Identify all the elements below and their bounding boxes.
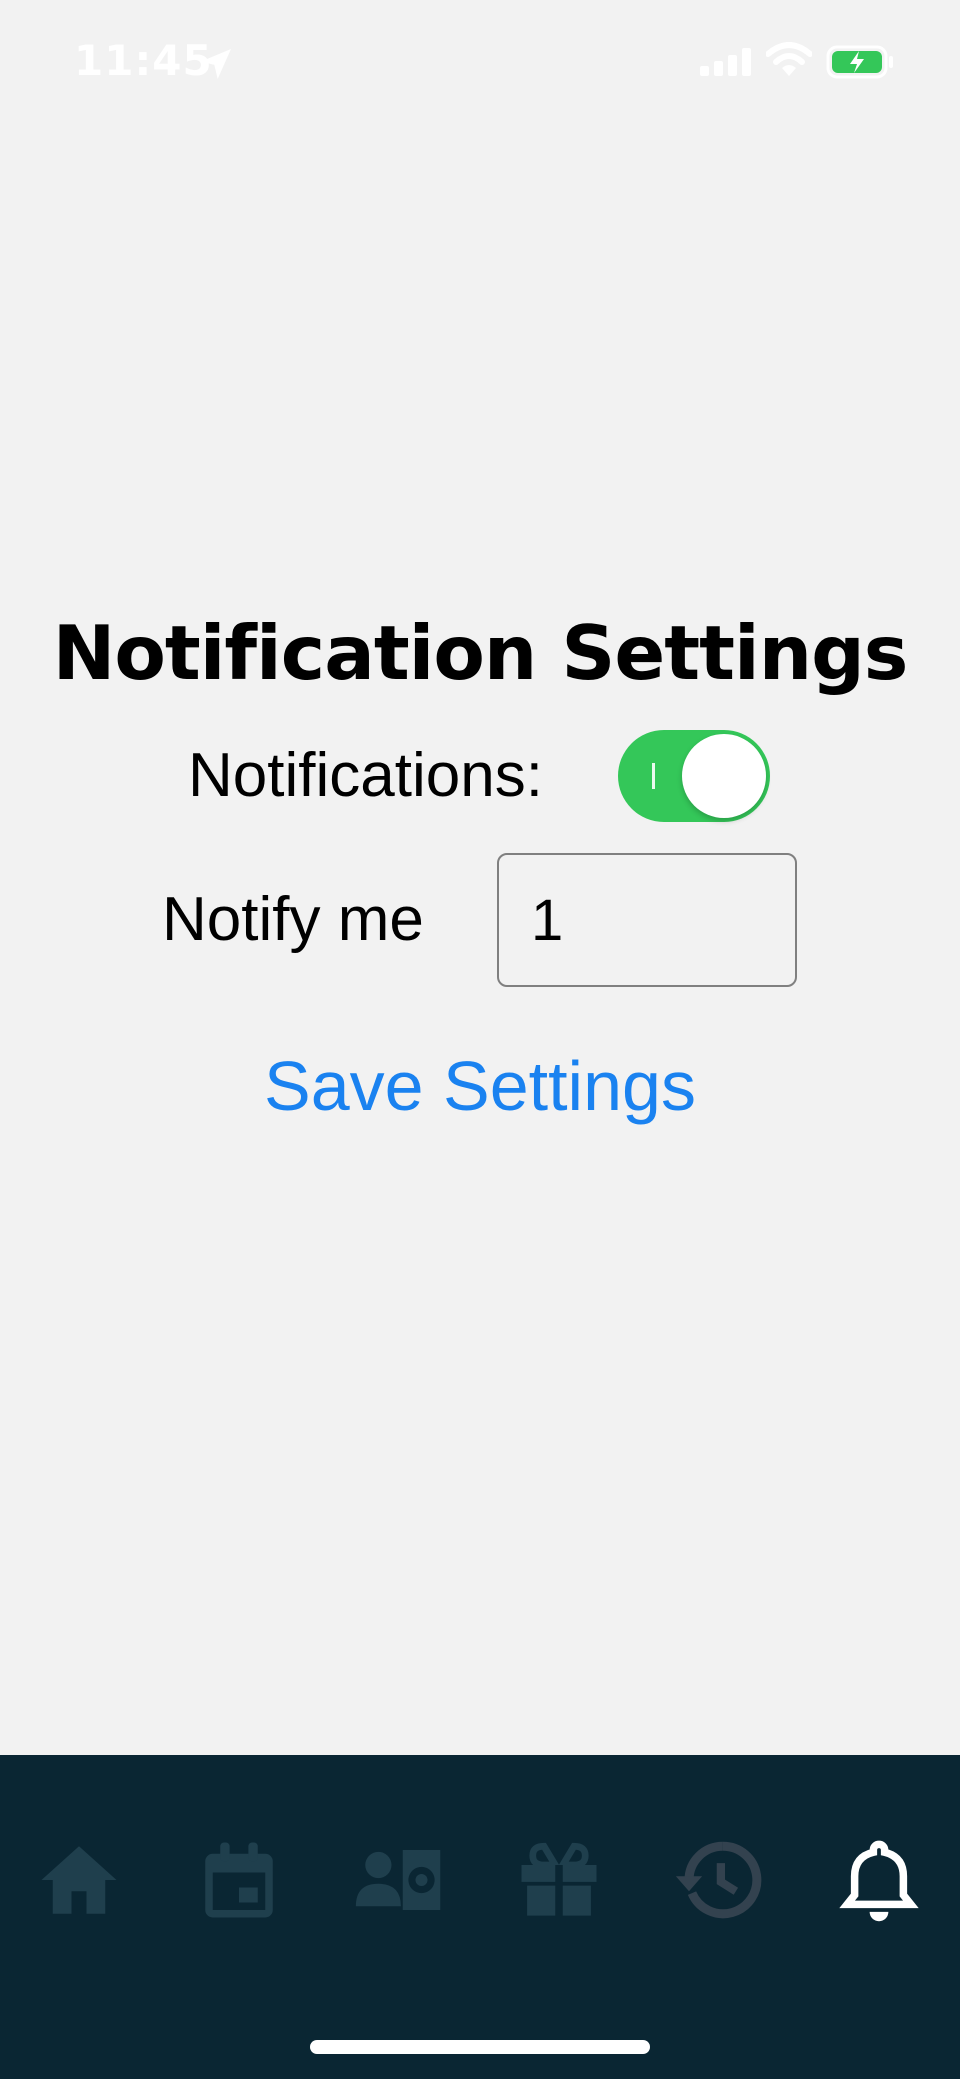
tab-history[interactable] (674, 1835, 764, 1925)
tab-notifications[interactable] (834, 1835, 924, 1925)
status-bar: 11:45 (0, 0, 960, 130)
tab-bar (0, 1755, 960, 2079)
gift-icon (514, 1835, 604, 1925)
contact-money-icon (354, 1835, 444, 1925)
cellular-signal-icon (700, 48, 754, 76)
notify-me-input[interactable] (497, 853, 797, 987)
status-time: 11:45 (74, 36, 213, 85)
calendar-icon (194, 1835, 284, 1925)
tab-contact-money[interactable] (354, 1835, 444, 1925)
notifications-label: Notifications: (188, 741, 543, 810)
battery-charging-icon (826, 44, 896, 80)
wifi-icon (765, 42, 813, 78)
tab-home[interactable] (34, 1835, 124, 1925)
history-icon (674, 1835, 764, 1925)
home-indicator[interactable] (310, 2040, 650, 2054)
toggle-on-mark (652, 763, 655, 789)
bell-icon (834, 1835, 924, 1925)
tab-gift[interactable] (514, 1835, 604, 1925)
notify-me-label: Notify me (162, 885, 424, 954)
tab-calendar[interactable] (194, 1835, 284, 1925)
location-arrow-icon (196, 44, 236, 84)
home-icon (34, 1835, 124, 1925)
save-settings-button[interactable]: Save Settings (0, 1046, 960, 1126)
page-title: Notification Settings (52, 609, 909, 697)
toggle-knob[interactable] (682, 734, 766, 818)
notifications-toggle[interactable] (618, 730, 770, 822)
